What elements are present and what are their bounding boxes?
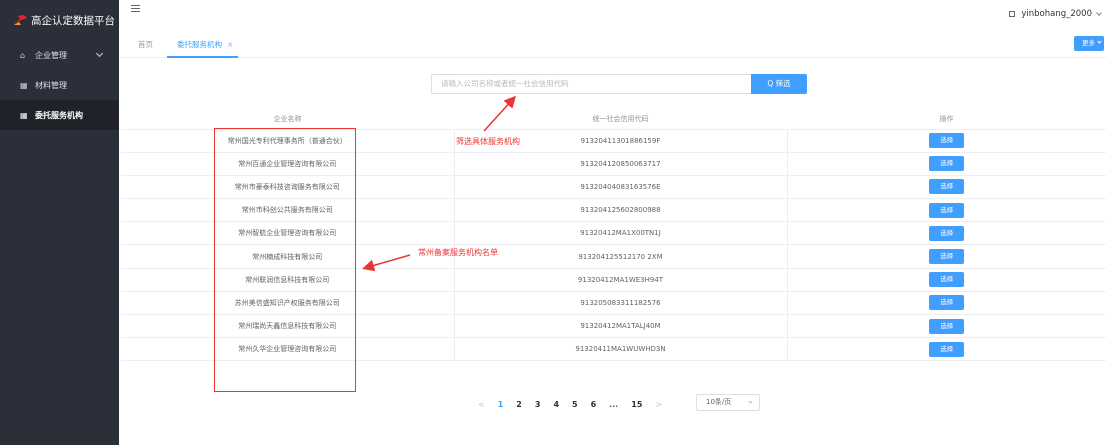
page-number[interactable]: 4	[553, 400, 559, 409]
tab-service-agency[interactable]: 委托服务机构 ×	[167, 39, 239, 58]
page-ellipsis[interactable]: ...	[609, 400, 618, 409]
action-cell: 选择	[787, 175, 1106, 200]
select-button[interactable]: 选择	[929, 133, 965, 149]
action-cell: 选择	[787, 244, 1106, 269]
user-menu[interactable]: yinbohang_2000	[1009, 9, 1102, 19]
highlight-box	[214, 128, 356, 392]
column-header-credit-code: 统一社会信用代码	[454, 110, 787, 130]
prev-page-button[interactable]: <	[478, 400, 485, 409]
credit-code: 913205083311182576	[454, 291, 788, 316]
app-title: 高企认定数据平台	[31, 14, 115, 27]
menu-toggle-icon[interactable]	[131, 5, 140, 14]
column-header-action: 操作	[787, 110, 1106, 130]
sidebar-item-service-agency[interactable]: ▦ 委托服务机构	[0, 100, 119, 130]
credit-code: 91320412MA1X00TN1J	[454, 221, 788, 246]
annotation-filter: 筛选具体服务机构	[456, 137, 520, 146]
page-number[interactable]: 3	[535, 400, 541, 409]
more-label: 更多	[1082, 39, 1095, 47]
select-button[interactable]: 选择	[929, 225, 965, 241]
sidebar-item-label: 材料管理	[35, 80, 67, 90]
chevron-down-icon	[1097, 39, 1102, 44]
page-size-select[interactable]: 10条/页	[696, 394, 760, 411]
filter-button[interactable]: Q 筛选	[751, 74, 807, 94]
credit-code: 913204125602800988	[454, 198, 788, 223]
page-number[interactable]: 2	[516, 400, 522, 409]
page-number[interactable]: 6	[591, 400, 597, 409]
tab-label: 委托服务机构	[177, 40, 222, 49]
page-number[interactable]: 1	[498, 400, 504, 409]
annotation-list: 常州备案服务机构名单	[418, 248, 498, 257]
app-logo[interactable]: 高企认定数据平台	[0, 0, 119, 40]
column-header-company-name: 企业名称	[121, 110, 454, 130]
action-cell: 选择	[787, 152, 1106, 176]
top-header: yinbohang_2000	[119, 0, 1106, 31]
next-page-button[interactable]: >	[655, 400, 662, 409]
tab-home[interactable]: 首页	[138, 39, 153, 58]
select-button[interactable]: 选择	[929, 341, 965, 357]
action-cell: 选择	[787, 268, 1106, 292]
tab-bar: 首页 委托服务机构 × 更多	[119, 31, 1106, 58]
page-number[interactable]: 15	[631, 400, 642, 409]
table-header-row: 企业名称 统一社会信用代码 操作	[121, 110, 1106, 130]
credit-code: 91320412MA1WE3H94T	[454, 268, 788, 292]
action-cell: 选择	[787, 291, 1106, 316]
close-icon[interactable]: ×	[227, 40, 233, 49]
search-input[interactable]: 请输入公司名称或者统一社会信用代码	[431, 74, 751, 94]
select-button[interactable]: 选择	[929, 318, 965, 334]
credit-code: 91320404083163576E	[454, 175, 788, 200]
select-button[interactable]: 选择	[929, 156, 965, 172]
select-button[interactable]: 选择	[929, 202, 965, 218]
page-size-value: 10条/页	[706, 398, 732, 406]
chevron-down-icon	[748, 399, 753, 404]
username: yinbohang_2000	[1021, 9, 1092, 19]
logo-icon	[12, 14, 28, 26]
select-button[interactable]: 选择	[929, 179, 965, 195]
select-button[interactable]: 选择	[929, 295, 965, 311]
sidebar-item-enterprise[interactable]: ⌂ 企业管理	[0, 40, 119, 70]
home-icon: ⌂	[20, 50, 26, 60]
sidebar-item-materials[interactable]: ▦ 材料管理	[0, 70, 119, 100]
grid-icon: ▦	[20, 80, 28, 90]
credit-code: 913204120850063717	[454, 152, 788, 176]
action-cell: 选择	[787, 198, 1106, 223]
credit-code: 913204125512170 2XM	[454, 244, 788, 269]
credit-code: 91320411MA1WUWHD3N	[454, 337, 788, 362]
action-cell: 选择	[787, 337, 1106, 362]
action-cell: 选择	[787, 129, 1106, 153]
select-button[interactable]: 选择	[929, 249, 965, 265]
user-icon	[1009, 11, 1016, 17]
sidebar: 高企认定数据平台 ⌂ 企业管理 ▦ 材料管理 ▦ 委托服务机构	[0, 0, 119, 445]
grid-icon: ▦	[20, 110, 28, 120]
action-cell: 选择	[787, 314, 1106, 339]
sidebar-item-label: 委托服务机构	[35, 110, 83, 120]
pagination: < 1 2 3 4 5 6 ... 15 >	[478, 395, 675, 413]
page-number[interactable]: 5	[572, 400, 578, 409]
action-cell: 选择	[787, 221, 1106, 246]
chevron-down-icon	[1096, 9, 1102, 16]
select-button[interactable]: 选择	[929, 272, 965, 288]
sidebar-item-label: 企业管理	[35, 50, 67, 60]
credit-code: 91320412MA1TALJ40M	[454, 314, 788, 339]
chevron-down-icon	[95, 49, 104, 58]
more-button[interactable]: 更多	[1074, 36, 1104, 51]
